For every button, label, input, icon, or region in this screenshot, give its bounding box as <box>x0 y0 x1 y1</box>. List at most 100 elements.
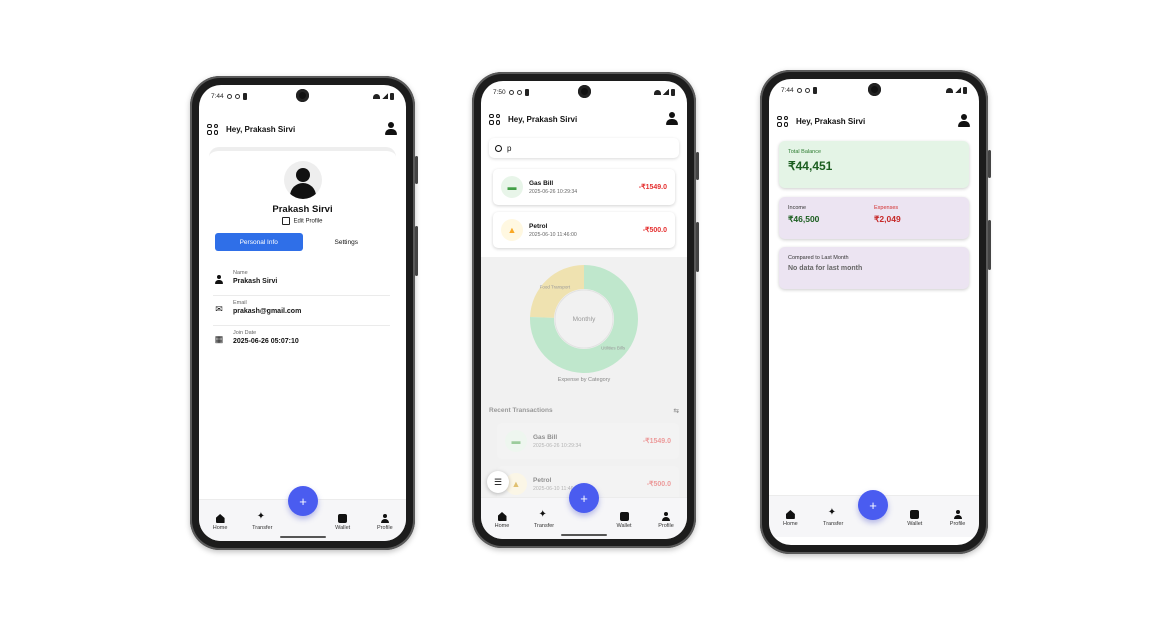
nav-transfer[interactable]: Transfer <box>816 507 850 527</box>
recent-item-gas-bill[interactable]: ▬ Gas Bill 2025-06-26 10:29:34 -₹1549.0 <box>497 423 679 459</box>
transfer-icon <box>828 507 838 519</box>
power-button <box>415 226 418 276</box>
menu-grid-icon[interactable] <box>777 115 788 127</box>
account-icon[interactable] <box>665 112 679 126</box>
edit-profile-button[interactable]: Edit Profile <box>209 217 396 225</box>
tab-personal-info[interactable]: Personal Info <box>215 233 303 251</box>
filter-icon[interactable]: ⇆ <box>674 407 679 415</box>
signal-icon <box>955 87 961 93</box>
status-sim-icon <box>524 88 529 96</box>
profile-tabs: Personal Info Settings <box>215 233 390 251</box>
add-fab[interactable]: + <box>569 483 599 513</box>
recent-transactions-header: Recent Transactions ⇆ <box>489 407 679 415</box>
nav-wallet[interactable]: Wallet <box>898 510 932 527</box>
income-expense-card[interactable]: Income ₹46,500 Expenses ₹2,049 <box>779 197 969 239</box>
status-shield-icon <box>804 87 810 93</box>
nav-transfer-label: Transfer <box>533 523 555 529</box>
menu-fab[interactable]: ☰ <box>487 471 509 493</box>
nav-home[interactable]: Home <box>773 510 807 527</box>
tx-amount: -₹1549.0 <box>642 438 671 445</box>
compare-label: Compared to Last Month <box>788 255 849 261</box>
status-settings-icon <box>796 87 802 93</box>
expenses-value: ₹2,049 <box>874 214 901 224</box>
battery-icon <box>963 86 967 94</box>
income-value: ₹46,500 <box>788 214 820 224</box>
nav-wallet-label: Wallet <box>335 525 351 531</box>
donut-svg: Food Transport Utilities Bills Monthly <box>530 265 638 373</box>
nav-transfer-label: Transfer <box>823 521 844 527</box>
add-fab[interactable]: + <box>288 486 318 516</box>
calendar-icon: ▦ <box>214 333 224 344</box>
search-input[interactable]: p <box>489 138 679 158</box>
nav-home[interactable]: Home <box>203 514 237 531</box>
status-settings-icon <box>226 93 232 99</box>
donut-chart: Food Transport Utilities Bills Monthly <box>526 261 642 377</box>
greeting-title: Hey, Prakash Sirvi <box>508 114 578 124</box>
nav-transfer[interactable]: Transfer <box>527 509 561 529</box>
profile-icon <box>953 510 962 519</box>
search-result-petrol[interactable]: ▲ Petrol 2025-06-10 11:46:00 -₹500.0 <box>493 212 675 248</box>
edit-icon <box>282 217 291 225</box>
home-icon <box>497 512 507 521</box>
donut-label-1: Utilities Bills <box>601 345 626 350</box>
search-icon <box>495 144 502 152</box>
wallet-icon <box>619 512 629 521</box>
tab-settings[interactable]: Settings <box>303 233 391 251</box>
nav-transfer[interactable]: Transfer <box>245 511 279 531</box>
nav-home-label: Home <box>783 521 798 527</box>
add-fab[interactable]: + <box>858 490 888 520</box>
home-icon <box>785 510 795 519</box>
wifi-icon <box>654 89 661 95</box>
status-time: 7:50 <box>493 88 506 96</box>
nav-wallet[interactable]: Wallet <box>326 514 360 531</box>
profile-icon <box>662 512 671 521</box>
tx-date: 2025-06-26 10:29:34 <box>529 188 578 195</box>
search-result-gas-bill[interactable]: ▬ Gas Bill 2025-06-26 10:29:34 -₹1549.0 <box>493 169 675 205</box>
transfer-icon <box>257 511 267 523</box>
edit-profile-label: Edit Profile <box>293 218 323 225</box>
taxi-icon: ▲ <box>501 219 523 241</box>
donut-center-label: Monthly <box>573 316 597 323</box>
tx-name: Petrol <box>533 476 552 484</box>
expense-chart-card: Food Transport Utilities Bills Monthly Exp… <box>489 261 679 391</box>
nav-transfer-label: Transfer <box>252 525 273 531</box>
phone-search: 7:50 Hey, Prakash Sirvi p ▬ Gas Bill 202… <box>472 72 699 548</box>
phone-home: 7:44 Hey, Prakash Sirvi Total Balance ₹4… <box>760 70 991 554</box>
total-balance-card[interactable]: Total Balance ₹44,451 <box>779 141 969 188</box>
search-query: p <box>507 143 512 153</box>
bill-icon: ▬ <box>505 430 527 452</box>
status-shield-icon <box>234 93 240 99</box>
status-shield-icon <box>516 89 522 95</box>
account-icon[interactable] <box>957 114 971 128</box>
app-bar: Hey, Prakash Sirvi <box>481 107 687 131</box>
nav-profile-label: Profile <box>949 521 966 527</box>
tx-name: Gas Bill <box>529 179 554 187</box>
nav-profile[interactable]: Profile <box>649 512 683 529</box>
nav-profile[interactable]: Profile <box>941 510 975 527</box>
nav-profile[interactable]: Profile <box>368 514 402 531</box>
menu-grid-icon[interactable] <box>489 113 500 125</box>
status-time: 7:44 <box>211 92 224 100</box>
battery-icon <box>390 92 394 100</box>
nav-wallet[interactable]: Wallet <box>607 512 641 529</box>
menu-grid-icon[interactable] <box>207 123 218 135</box>
greeting-title: Hey, Prakash Sirvi <box>226 124 296 134</box>
account-icon[interactable] <box>384 122 398 136</box>
app-bar: Hey, Prakash Sirvi <box>769 109 979 133</box>
wifi-icon <box>946 87 953 93</box>
nav-profile-label: Profile <box>377 525 393 531</box>
profile-screen: 7:44 Hey, Prakash Sirvi Prakash Sirvi Ed… <box>199 85 406 541</box>
power-button <box>988 220 991 270</box>
expenses-label: Expenses <box>874 205 899 211</box>
power-button <box>696 222 699 272</box>
signal-icon <box>382 93 388 99</box>
profile-card: Prakash Sirvi Edit Profile Personal Info… <box>209 147 396 487</box>
nav-home-label: Home <box>212 525 228 531</box>
nav-home[interactable]: Home <box>485 512 519 529</box>
nav-wallet-label: Wallet <box>907 521 923 527</box>
recent-title: Recent Transactions <box>489 407 553 414</box>
comparison-card[interactable]: Compared to Last Month No data for last … <box>779 247 969 289</box>
email-label: Email <box>233 300 247 306</box>
tx-date: 2025-06-26 10:29:34 <box>533 442 582 449</box>
tx-name: Gas Bill <box>533 433 558 441</box>
